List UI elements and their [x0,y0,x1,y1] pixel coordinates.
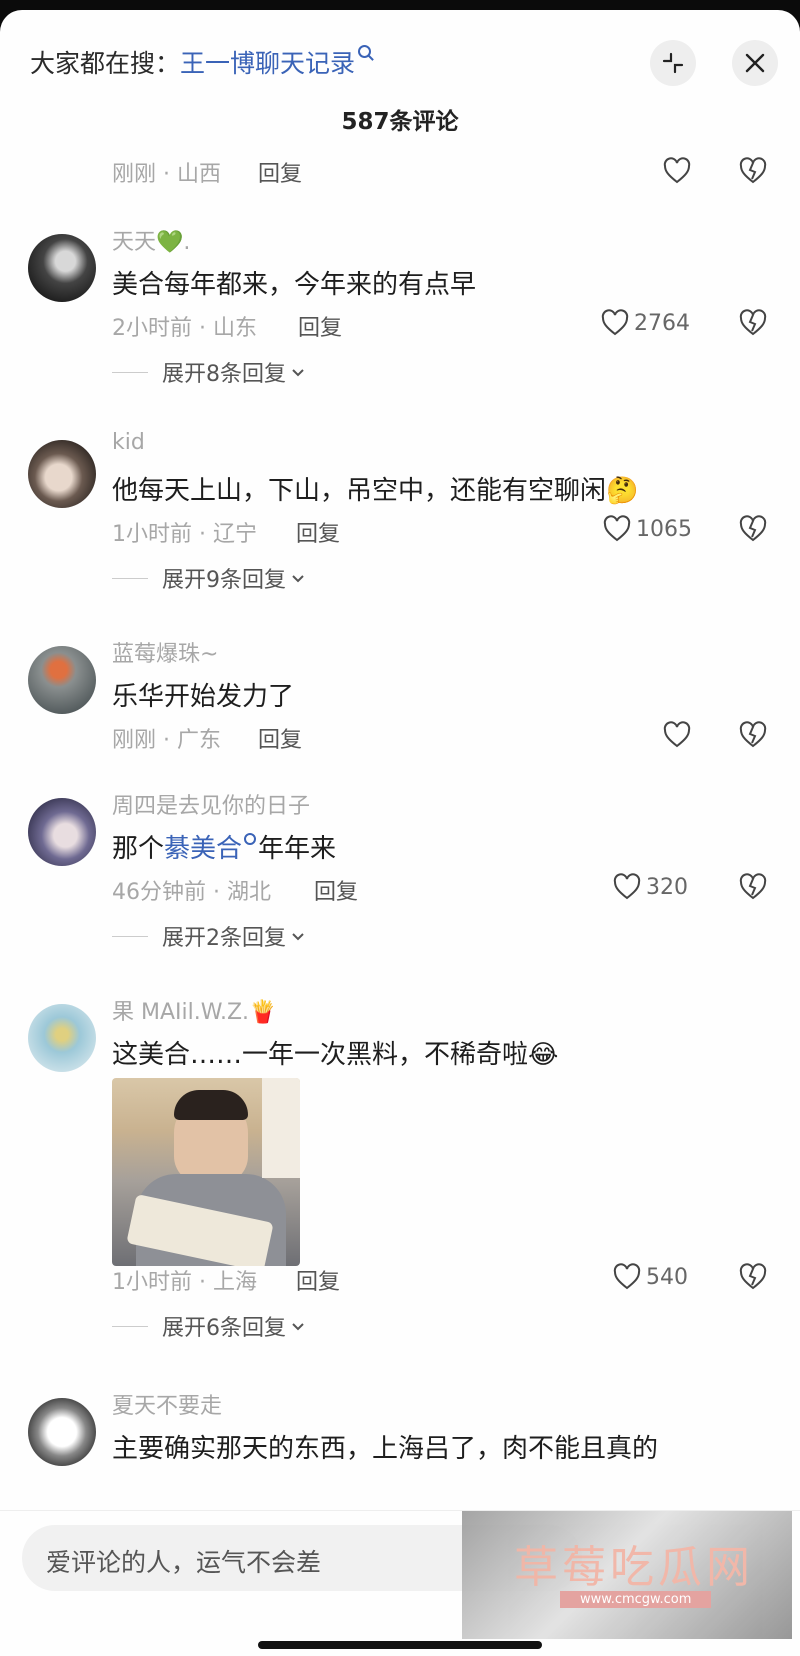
home-indicator[interactable] [258,1641,542,1649]
watermark: 草莓吃瓜网 www.cmcgw.com [462,1511,792,1639]
expand-replies-button[interactable]: 展开9条回复 [112,562,306,594]
comment-text: 那个綦美合 年年来 [112,833,337,864]
comment-text: 他每天上山，下山，吊空中，还能有空聊闲🤔 [112,476,639,506]
comment-header: 大家都在搜：王一博聊天记录 587条评论 [0,10,800,160]
search-icon [244,833,257,845]
like-icon [601,309,629,336]
like-button[interactable]: 320 [612,872,688,902]
like-icon [613,873,641,900]
avatar[interactable] [28,646,96,714]
chevron-down-icon [292,1323,304,1331]
comment-meta: 46分钟前 · 湖北 [112,880,271,905]
reply-button[interactable]: 回复 [296,1264,340,1296]
comment-text: 乐华开始发力了 [112,682,295,712]
close-icon [745,53,765,73]
watermark-url: www.cmcgw.com [560,1591,712,1608]
like-count: 320 [646,874,688,900]
avatar[interactable] [28,1004,96,1072]
chevron-down-icon [292,933,304,941]
hair [174,1090,248,1120]
chevron-down-icon [292,575,304,583]
collapse-icon [662,52,684,74]
like-icon [603,515,631,542]
minimize-button[interactable] [650,40,696,86]
dislike-icon[interactable] [738,1262,768,1292]
avatar[interactable] [28,1398,96,1466]
dislike-icon[interactable] [738,156,768,186]
search-keyword-link[interactable]: 綦美合 [164,834,242,864]
calligraphy-panel [262,1078,300,1178]
comment-text: 美合每年都来，今年来的有点早 [112,270,477,300]
avatar[interactable] [28,798,96,866]
chevron-down-icon [292,369,304,377]
like-count: 1065 [636,516,692,542]
comment-meta: 刚刚 · 山西 [112,162,221,187]
comment-image[interactable] [112,1078,300,1266]
reply-button[interactable]: 回复 [296,516,340,548]
like-button[interactable]: 1065 [602,514,692,544]
like-button[interactable]: 540 [612,1262,688,1292]
expand-replies-button[interactable]: 展开2条回复 [112,920,306,952]
username[interactable]: kid [112,430,145,455]
reply-button[interactable]: 回复 [314,874,358,906]
username[interactable]: 天天💚. [112,224,190,256]
dislike-icon[interactable] [738,308,768,338]
search-suggestion[interactable]: 大家都在搜：王一博聊天记录 [30,44,372,80]
reply-button[interactable]: 回复 [258,722,302,754]
avatar[interactable] [28,440,96,508]
comment-input-bar: 爱评论的人，运气不会差 草莓吃瓜网 www.cmcgw.com [0,1510,800,1656]
like-icon [613,1263,641,1290]
dislike-icon[interactable] [738,872,768,902]
expand-replies-button[interactable]: 展开8条回复 [112,356,306,388]
search-icon [358,45,372,58]
comment-sheet: 大家都在搜：王一博聊天记录 587条评论 刚刚 · 山西 回复 天天💚. 美合每… [0,10,800,1656]
close-button[interactable] [732,40,778,86]
comment-text: 主要确实那天的东西，上海吕了，肉不能且真的 [112,1434,659,1464]
watermark-title: 草莓吃瓜网 [514,1542,754,1593]
like-icon[interactable] [662,156,692,186]
username[interactable]: 夏天不要走 [112,1388,222,1420]
expand-replies-button[interactable]: 展开6条回复 [112,1310,306,1342]
comment-meta: 2小时前 · 山东 [112,316,257,341]
avatar[interactable] [28,234,96,302]
username[interactable]: 周四是去见你的日子 [112,788,310,820]
like-count: 540 [646,1264,688,1290]
comment-count: 587条评论 [341,109,459,135]
username[interactable]: 蓝莓爆珠~ [112,636,218,668]
like-button[interactable]: 2764 [600,308,690,338]
comment-meta: 1小时前 · 上海 [112,1270,257,1295]
reply-button[interactable]: 回复 [258,156,302,188]
comment-text: 这美合……一年一次黑料，不稀奇啦😂 [112,1040,559,1070]
like-count: 2764 [634,310,690,336]
comment-meta: 1小时前 · 辽宁 [112,522,257,547]
username[interactable]: 果 MAIil.W.Z.🍟 [112,994,276,1026]
reply-button[interactable]: 回复 [298,310,342,342]
dislike-icon[interactable] [738,720,768,750]
like-icon[interactable] [662,720,692,750]
search-keyword-link[interactable]: 王一博聊天记录 [180,49,355,78]
comment-meta: 刚刚 · 广东 [112,728,221,753]
dislike-icon[interactable] [738,514,768,544]
